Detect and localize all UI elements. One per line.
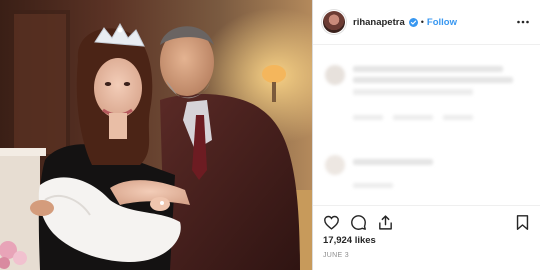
comments-area-blurred (313, 45, 540, 205)
blurred-comment (323, 63, 533, 133)
share-icon[interactable] (377, 214, 394, 231)
wedding-photo (0, 0, 313, 270)
post-photo[interactable] (0, 0, 313, 270)
likes-count[interactable]: 17,924 likes (323, 235, 376, 246)
bookmark-icon[interactable] (514, 214, 531, 231)
instagram-post: rihanapetra • Follow 17,924 likes JUNE 3 (0, 0, 540, 270)
post-actions (313, 205, 540, 236)
follow-button[interactable]: Follow (427, 17, 457, 28)
post-header: rihanapetra • Follow (313, 0, 540, 45)
heart-icon[interactable] (323, 214, 340, 231)
verified-badge-icon (408, 17, 418, 27)
avatar[interactable] (323, 11, 345, 33)
username[interactable]: rihanapetra (353, 17, 405, 28)
post-date: JUNE 3 (323, 252, 349, 259)
more-options-icon[interactable] (516, 15, 530, 29)
blurred-comment (323, 155, 533, 195)
comment-icon[interactable] (350, 214, 367, 231)
separator-dot: • (420, 17, 424, 27)
post-sidebar: rihanapetra • Follow 17,924 likes JUNE 3 (313, 0, 540, 270)
